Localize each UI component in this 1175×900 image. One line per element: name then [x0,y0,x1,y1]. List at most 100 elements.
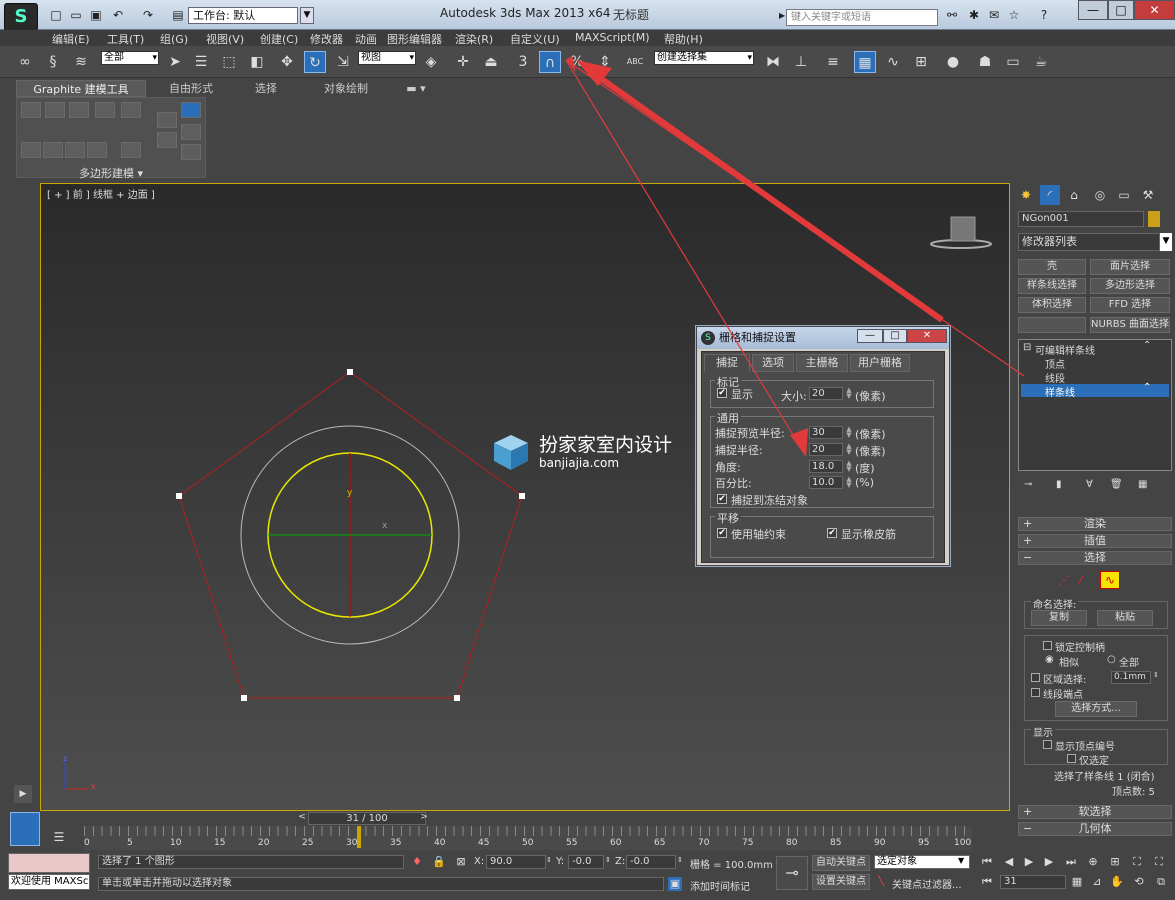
zoom-all-icon[interactable]: ⊞ [1108,855,1122,869]
menu-graph-editors[interactable]: 图形编辑器 [387,31,442,47]
spinner-arrows-icon[interactable]: ⇕ [1153,671,1159,679]
next-key-icon[interactable]: ▶ [1042,855,1056,869]
poly-tool-icon[interactable] [157,112,177,128]
motion-panel-icon[interactable]: ◎ [1090,185,1110,205]
dialog-maximize-button[interactable]: □ [883,329,907,343]
rollout-geometry[interactable]: − 几何体 [1018,822,1172,836]
menu-help[interactable]: 帮助(H) [664,31,703,47]
x-coord-field[interactable]: 90.0 [486,855,546,869]
chevron-down-icon[interactable]: ▼ [300,7,314,24]
selection-lock-icon[interactable]: 🔒 [432,855,446,869]
poly-tool-icon[interactable] [157,132,177,148]
rollout-soft-selection[interactable]: + 软选择 [1018,805,1172,819]
poly-tool-icon[interactable] [43,142,63,158]
patch-select-button[interactable]: 面片选择 [1090,259,1170,275]
display-checkbox[interactable]: ✔ [717,388,727,398]
tab-freeform[interactable]: 自由形式 [156,80,226,97]
angle-snap-icon[interactable]: ∩ [539,51,561,73]
undo-icon[interactable]: ↶ [110,8,126,22]
dialog-close-button[interactable]: ✕ [907,329,947,343]
menu-customize[interactable]: 自定义(U) [510,31,560,47]
copy-button[interactable]: 复制 [1031,610,1087,626]
snap-frozen-checkbox[interactable]: ✔ [717,494,727,504]
poly-tool-icon[interactable] [69,102,89,118]
poly-tool-icon[interactable] [21,142,41,158]
tab-options[interactable]: 选项 [752,354,794,372]
add-time-tag-label[interactable]: 添加时间标记 [690,878,750,893]
favorites-icon[interactable]: ☆ [1006,8,1022,22]
poly-tool-icon[interactable] [45,102,65,118]
spinner-arrows-icon[interactable]: ▲ ▼ [845,460,853,473]
render-teapot-icon[interactable]: ☕ [1030,51,1052,73]
tab-user-grid[interactable]: 用户栅格 [850,354,910,372]
window-crossing-icon[interactable]: ◧ [246,51,268,73]
chevron-up-icon[interactable]: ⌃ [1143,340,1151,351]
similar-radio[interactable]: ◉ [1045,654,1054,665]
ribbon-options-icon[interactable]: ▬ ▾ [401,80,431,97]
spinner-arrows-icon[interactable]: ▲ ▼ [845,443,853,456]
segment-end-checkbox[interactable] [1031,688,1040,697]
rect-selection-icon[interactable]: ⬚ [218,51,240,73]
time-slider[interactable]: 31 / 100 [308,812,426,825]
pivot-center-icon[interactable]: ◈ [420,51,442,73]
menu-views[interactable]: 视图(V) [206,31,244,47]
scale-icon[interactable]: ⇲ [332,51,354,73]
empty-modifier-button[interactable] [1018,317,1086,333]
object-color-swatch[interactable] [1148,211,1160,227]
vol-select-button[interactable]: 体积选择 [1018,297,1086,313]
snap-toggle-icon[interactable]: 3 [512,51,534,73]
move-icon[interactable]: ✥ [276,51,298,73]
help-icon[interactable]: ? [1036,8,1052,22]
spinner-arrows-icon[interactable]: ⇕ [677,856,683,864]
named-selection-dropdown[interactable]: 创建选择集 [654,51,754,65]
close-button[interactable]: ✕ [1134,0,1175,20]
angle-spinner[interactable]: 18.0 [809,460,843,473]
render-frame-icon[interactable]: ▭ [1002,51,1024,73]
pan-icon[interactable]: ✋ [1110,875,1124,889]
track-bar[interactable]: 0 5 10 15 20 25 30 35 40 45 50 55 60 65 … [84,826,972,850]
spline-select-button[interactable]: 样条线选择 [1018,278,1086,294]
current-frame-marker[interactable] [357,826,361,848]
menu-rendering[interactable]: 渲染(R) [455,31,493,47]
minimize-button[interactable]: — [1078,0,1108,20]
select-by-name-icon[interactable]: ☰ [190,51,212,73]
mirror-icon[interactable]: ⧓ [762,51,784,73]
poly-tool-icon[interactable] [121,102,141,118]
stack-item-spline[interactable]: 样条线 [1045,384,1075,399]
absolute-mode-icon[interactable]: ⊠ [454,855,468,869]
select-object-icon[interactable]: ➤ [164,51,186,73]
rollout-selection[interactable]: − 选择 [1018,551,1172,565]
project-folder-icon[interactable]: ▤ [170,8,186,22]
spinner-arrows-icon[interactable]: ⇕ [546,856,552,864]
tab-snaps[interactable]: 捕捉 [704,354,750,372]
current-frame-field[interactable]: 31 [1000,875,1066,889]
spline-select-icon[interactable]: ∿ [1100,571,1120,589]
time-config-icon[interactable]: ▦ [1070,875,1084,889]
paste-button[interactable]: 粘贴 [1097,610,1153,626]
select-by-button[interactable]: 选择方式... [1055,701,1137,717]
tab-selection[interactable]: 选择 [231,80,301,97]
schematic-view-icon[interactable]: ⊞ [910,51,932,73]
axis-constraint-checkbox[interactable]: ✔ [717,528,727,538]
shell-button[interactable]: 壳 [1018,259,1086,275]
key-filters-button[interactable]: 关键点过滤器... [892,876,962,891]
ffd-select-button[interactable]: FFD 选择 [1090,297,1170,313]
zoom-extents-icon[interactable]: ⛶ [1130,855,1144,869]
keyboard-shortcut-icon[interactable]: ⏏ [480,51,502,73]
poly-tool-icon[interactable] [95,102,115,118]
show-vertex-num-checkbox[interactable] [1043,740,1052,749]
app-logo-icon[interactable]: S [4,3,38,31]
percent-spinner[interactable]: 10.0 [809,476,843,489]
stack-item-segment[interactable]: 线段 [1045,370,1065,385]
poly-tool-icon[interactable] [181,102,201,118]
script-listener-output[interactable]: 欢迎使用 MAXSc [8,874,90,890]
remove-modifier-icon[interactable]: 🗑 [1110,479,1123,490]
lock-handles-checkbox[interactable] [1043,641,1052,650]
curve-editor-icon[interactable]: ∿ [882,51,904,73]
maximize-viewport-icon[interactable]: ⧉ [1154,875,1168,889]
rollout-rendering[interactable]: + 渲染 [1018,517,1172,531]
expand-arrow-icon[interactable]: ▶ [14,785,32,803]
tab-home-grid[interactable]: 主栅格 [796,354,848,372]
workspace-dropdown[interactable]: 工作台: 默认 [188,7,298,24]
percent-snap-icon[interactable]: % [566,51,588,73]
